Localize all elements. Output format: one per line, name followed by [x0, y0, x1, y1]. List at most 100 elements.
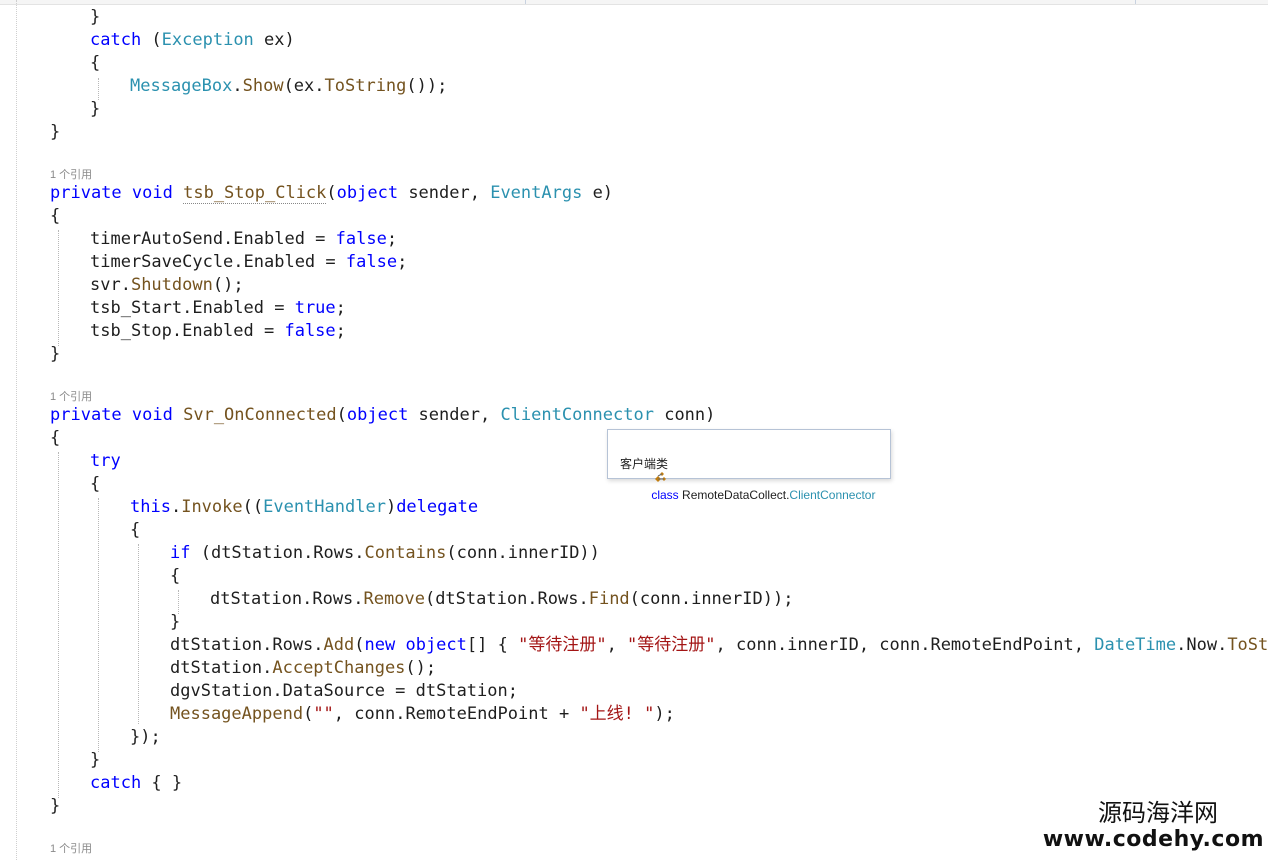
- code-line[interactable]: catch { }: [90, 772, 182, 795]
- code-token: ();: [212, 275, 244, 295]
- indent-guide: [98, 78, 99, 100]
- code-line[interactable]: }: [90, 98, 100, 121]
- code-line[interactable]: {: [170, 565, 180, 588]
- watermark-url: www.codehy.com: [1042, 827, 1264, 852]
- keyword-token: if: [170, 543, 191, 563]
- indent-guide: [138, 544, 139, 724]
- code-line[interactable]: tsb_Stop.Enabled = false;: [90, 320, 346, 343]
- code-token: {: [90, 53, 101, 73]
- code-token: }: [170, 612, 181, 632]
- code-line[interactable]: private void Svr_OnConnected(object send…: [50, 404, 715, 427]
- code-token: {: [90, 474, 101, 494]
- code-token: {: [170, 566, 181, 586]
- code-token: (conn.innerID)): [446, 543, 600, 563]
- method-token: ToString: [324, 76, 407, 96]
- code-token: ;: [397, 252, 408, 272]
- quick-info-tooltip: class RemoteDataCollect.ClientConnector …: [607, 429, 891, 502]
- codelens-references[interactable]: 1 个引用: [50, 390, 92, 404]
- tooltip-namespace: RemoteDataCollect.: [682, 488, 790, 502]
- string-token: "等待注册": [627, 635, 716, 655]
- code-line[interactable]: timerSaveCycle.Enabled = false;: [90, 251, 407, 274]
- code-line[interactable]: }: [50, 343, 60, 366]
- method-token: AcceptChanges: [272, 658, 406, 678]
- method-token: ToStr: [1227, 635, 1268, 655]
- code-line[interactable]: }: [90, 6, 100, 29]
- code-token: ();: [405, 658, 437, 678]
- code-token: });: [130, 727, 161, 747]
- code-line[interactable]: svr.Shutdown();: [90, 274, 244, 297]
- method-token: MessageAppend: [170, 704, 304, 724]
- code-token: { }: [141, 773, 183, 793]
- keyword-token: object: [346, 405, 409, 425]
- code-token: ex): [253, 30, 295, 50]
- code-line[interactable]: catch (Exception ex): [90, 29, 295, 52]
- string-token: "等待注册": [518, 635, 607, 655]
- tooltip-type-name[interactable]: ClientConnector: [789, 488, 875, 502]
- code-token: (conn.innerID));: [629, 589, 794, 609]
- type-token[interactable]: ClientConnector: [500, 405, 654, 425]
- code-line[interactable]: private void tsb_Stop_Click(object sende…: [50, 182, 613, 205]
- code-line[interactable]: dtStation.AcceptChanges();: [170, 657, 436, 680]
- indent-guide: [58, 452, 59, 798]
- code-line[interactable]: {: [90, 473, 100, 496]
- code-token: , conn.RemoteEndPoint +: [333, 704, 580, 724]
- code-token: (dtStation.Rows.: [190, 543, 365, 563]
- code-line[interactable]: }: [50, 795, 60, 818]
- code-line[interactable]: try: [90, 450, 121, 473]
- code-token: ;: [386, 229, 398, 249]
- code-line[interactable]: {: [50, 427, 60, 450]
- code-token: dtStation.Rows.: [210, 589, 364, 609]
- code-line[interactable]: this.Invoke((EventHandler)delegate: [130, 496, 478, 519]
- codelens-references[interactable]: 1 个引用: [50, 168, 92, 182]
- code-line[interactable]: MessageAppend("", conn.RemoteEndPoint + …: [170, 703, 675, 726]
- indent-guide: [98, 498, 99, 752]
- code-line[interactable]: tsb_Start.Enabled = true;: [90, 297, 346, 320]
- code-token: ((: [242, 497, 264, 517]
- code-line[interactable]: });: [130, 726, 161, 749]
- code-line[interactable]: dtStation.Rows.Remove(dtStation.Rows.Fin…: [210, 588, 793, 611]
- code-token: (dtStation.Rows.: [424, 589, 589, 609]
- keyword-token: catch: [90, 773, 142, 793]
- string-token: "上线! ": [579, 704, 655, 724]
- code-line[interactable]: MessageBox.Show(ex.ToString());: [130, 75, 447, 98]
- code-token: }: [50, 796, 61, 816]
- code-token: }: [90, 99, 101, 119]
- code-token: svr.: [90, 275, 131, 295]
- code-token: tsb_Start.Enabled =: [90, 298, 295, 318]
- code-line[interactable]: {: [50, 205, 60, 228]
- code-line[interactable]: }: [90, 749, 100, 772]
- code-line[interactable]: {: [90, 52, 100, 75]
- code-token: (: [303, 704, 314, 724]
- code-token: ;: [335, 298, 346, 318]
- code-token: (: [354, 635, 365, 655]
- code-line[interactable]: {: [130, 519, 140, 542]
- code-line[interactable]: timerAutoSend.Enabled = false;: [90, 228, 397, 251]
- code-token: sender,: [398, 183, 491, 203]
- method-token: Find: [588, 589, 630, 609]
- code-line[interactable]: dgvStation.DataSource = dtStation;: [170, 680, 518, 703]
- type-token: EventHandler: [263, 497, 386, 517]
- keyword-token: void: [131, 183, 173, 203]
- codelens-references[interactable]: 1 个引用: [50, 842, 92, 856]
- code-token: }: [90, 750, 101, 770]
- code-token: {: [50, 206, 61, 226]
- code-token: dtStation.Rows.: [170, 635, 324, 655]
- code-line[interactable]: }: [50, 121, 60, 144]
- code-line[interactable]: if (dtStation.Rows.Contains(conn.innerID…: [170, 542, 600, 565]
- code-line[interactable]: }: [170, 611, 180, 634]
- tooltip-description: 客户端类: [620, 457, 669, 471]
- code-token: ,: [606, 635, 628, 655]
- method-token: Shutdown: [130, 275, 213, 295]
- code-token: );: [654, 704, 675, 724]
- keyword-token: false: [345, 252, 398, 272]
- code-token: {: [130, 520, 141, 540]
- method-token: Invoke: [181, 497, 243, 517]
- method-token: Remove: [363, 589, 425, 609]
- tooltip-keyword: class: [651, 488, 679, 502]
- code-token: }: [50, 122, 61, 142]
- code-line[interactable]: dtStation.Rows.Add(new object[] { "等待注册"…: [170, 634, 1268, 657]
